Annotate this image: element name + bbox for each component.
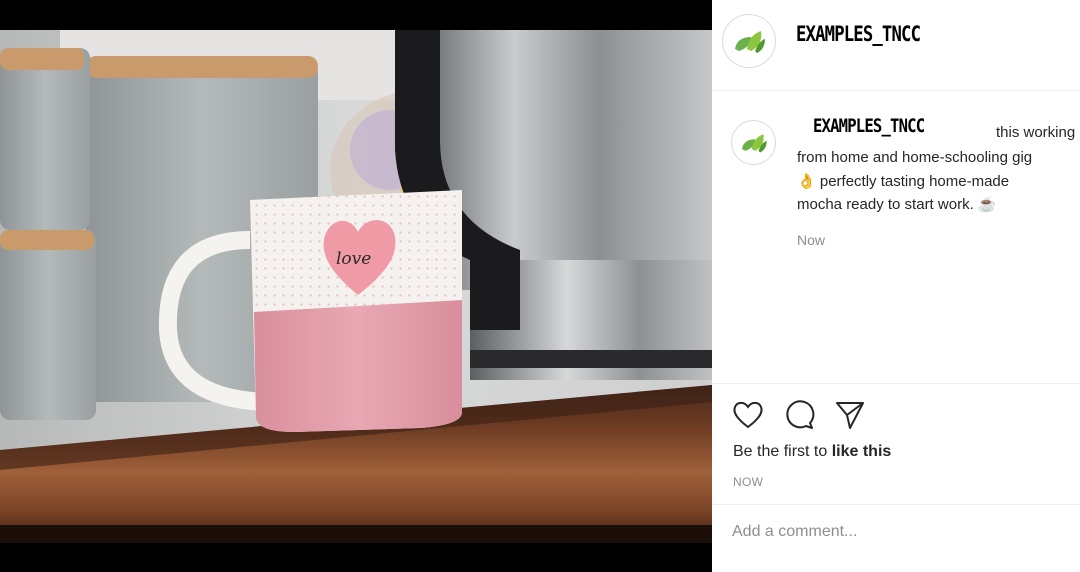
post-header: EXAMPLES_TNCC — [712, 0, 1080, 91]
comment-input[interactable] — [732, 523, 1052, 541]
actions-divider — [712, 383, 1080, 384]
posted-time[interactable]: NOW — [733, 475, 763, 489]
caption-text-line3: perfectly tasting home-made — [819, 172, 1010, 190]
caption-avatar[interactable] — [731, 120, 776, 165]
caption-text-line2: from home and home-schooling gig — [797, 149, 1033, 166]
ok-hand-emoji: 👌 — [797, 172, 816, 190]
caption-username[interactable]: EXAMPLES_TNCC — [813, 115, 925, 137]
letterbox-top — [0, 0, 712, 30]
leaf-logo-icon — [735, 31, 765, 53]
caption-line4: mocha ready to start work. ☕ — [797, 193, 1032, 217]
leaf-logo-icon — [741, 134, 767, 153]
post-photo[interactable]: love — [0, 30, 712, 543]
letterbox-bottom — [0, 543, 712, 572]
mug-love-text: love — [336, 249, 371, 269]
photo-illustration: love — [0, 30, 712, 543]
comment-button[interactable] — [783, 399, 815, 436]
caption-body: from home and home-schooling gig 👌 perfe… — [797, 146, 1032, 217]
likes-prefix: Be the first to — [733, 443, 832, 460]
account-avatar[interactable] — [722, 14, 776, 68]
like-this-link[interactable]: like this — [832, 443, 892, 460]
caption-text-line1: this working — [996, 124, 1076, 141]
caption-text-line4: mocha ready to start work. — [797, 196, 974, 213]
share-icon — [836, 402, 864, 429]
caption-timestamp[interactable]: Now — [797, 232, 825, 248]
post-photo-pane: love — [0, 0, 712, 572]
likes-summary: Be the first to like this — [733, 443, 891, 461]
share-button[interactable] — [834, 399, 866, 436]
coffee-emoji: ☕ — [977, 196, 997, 213]
heart-icon — [733, 401, 763, 429]
comment-icon — [786, 400, 815, 429]
caption-line3: 👌 perfectly tasting home-made — [797, 170, 1032, 194]
like-button[interactable] — [732, 400, 764, 435]
header-username[interactable]: EXAMPLES_TNCC — [796, 22, 921, 46]
post-sidebar: EXAMPLES_TNCC EXAMPLES_TNCC this working… — [712, 0, 1080, 572]
